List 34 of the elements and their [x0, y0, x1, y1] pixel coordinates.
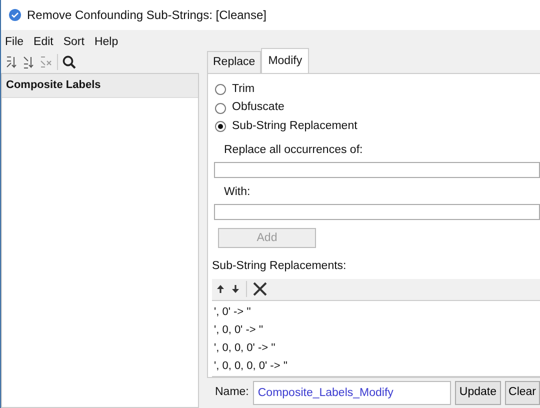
sort-ascending-icon[interactable]: [5, 55, 18, 70]
move-up-icon[interactable]: [216, 284, 225, 294]
radio-label: Obfuscate: [232, 100, 284, 116]
menu-item[interactable]: Sort: [63, 34, 84, 52]
list-item[interactable]: ', 0, 0, 0' -> '': [212, 338, 540, 357]
tab[interactable]: Replace: [207, 51, 262, 74]
search-icon[interactable]: [62, 55, 76, 70]
list-item[interactable]: ', 0, 0' -> '': [212, 320, 540, 339]
tab[interactable]: Modify: [261, 48, 310, 74]
delete-icon[interactable]: [253, 282, 267, 296]
field-label: Replace all occurrences of:: [223, 142, 364, 158]
radio-label: Trim: [232, 82, 255, 97]
menu-item[interactable]: Edit: [34, 34, 54, 52]
menu-item[interactable]: File: [5, 34, 24, 52]
action-button[interactable]: Clear: [504, 381, 540, 405]
sidebar-item[interactable]: Composite Labels: [2, 74, 198, 98]
list-item[interactable]: ', 0' -> '': [212, 302, 540, 321]
move-down-icon[interactable]: [231, 284, 240, 294]
input-field[interactable]: [214, 204, 540, 220]
action-button[interactable]: Update: [455, 381, 501, 405]
radio-label: Sub-String Replacement: [232, 119, 358, 134]
list-label: Sub-String Replacements:: [212, 258, 348, 274]
name-label: Name:: [215, 385, 249, 400]
name-field[interactable]: Composite_Labels_Modify: [252, 381, 452, 405]
window-title: Remove Confounding Sub-Strings: [Cleanse]: [27, 7, 266, 24]
app-icon: [9, 9, 21, 21]
list-item[interactable]: ', 0, 0, 0, 0' -> '': [212, 356, 540, 375]
sort-descending-icon[interactable]: [22, 55, 35, 70]
radio-button[interactable]: [215, 102, 226, 114]
field-label: With:: [223, 184, 252, 200]
input-field[interactable]: [214, 162, 540, 178]
radio-button[interactable]: [215, 121, 226, 132]
radio-button[interactable]: [215, 84, 226, 96]
menu-item[interactable]: Help: [94, 34, 118, 52]
